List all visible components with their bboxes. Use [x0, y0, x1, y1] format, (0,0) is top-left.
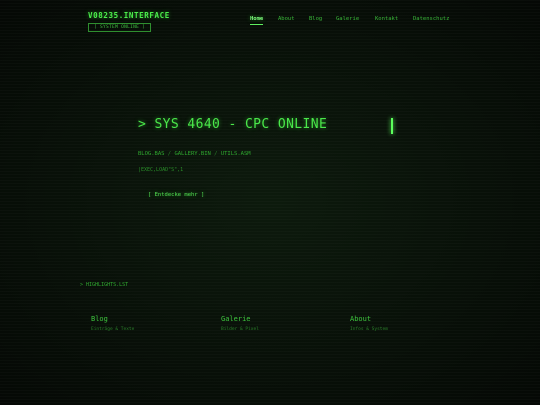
card-title: About — [350, 315, 372, 323]
nav-about[interactable]: About — [278, 16, 295, 22]
card-subtitle: Infos & System — [350, 327, 388, 332]
brand-logo[interactable]: V08235.INTERFACE — [88, 11, 170, 20]
path-blog[interactable]: BLOG.BAS — [138, 151, 165, 157]
status-badge: [ SYSTEM ONLINE ] — [88, 23, 152, 32]
nav-blog[interactable]: Blog — [309, 16, 322, 22]
nav-datenschutz[interactable]: Datenschutz — [413, 16, 449, 22]
blinking-cursor — [391, 118, 393, 134]
nav-galerie[interactable]: Galerie — [336, 16, 359, 22]
nav-home[interactable]: Home — [250, 16, 264, 25]
card-subtitle: Bilder & Pixel — [221, 327, 259, 332]
path-separator: / — [210, 151, 221, 157]
path-gallery[interactable]: GALLERY.BIN — [174, 151, 210, 157]
card-blog[interactable]: Blog Einträge & Texte — [91, 315, 134, 332]
path-separator: / — [164, 151, 175, 157]
crt-scanlines — [0, 0, 540, 405]
file-path-line: BLOG.BAS / GALLERY.BIN / UTILS.ASM — [138, 151, 251, 157]
exec-command: |EXEC,LOAD"S",1 — [138, 167, 184, 173]
card-subtitle: Einträge & Texte — [91, 327, 135, 332]
nav-kontakt[interactable]: Kontakt — [375, 16, 398, 22]
screen-vignette — [0, 0, 540, 405]
path-utils[interactable]: UTILS.ASM — [221, 151, 251, 157]
hero-title: > SYS 4640 - CPC ONLINE — [138, 117, 328, 132]
card-title: Blog — [91, 315, 108, 323]
discover-more-button[interactable]: [ Entdecke mehr ] — [148, 192, 204, 198]
card-galerie[interactable]: Galerie Bilder & Pixel — [221, 315, 259, 332]
highlights-heading: > HIGHLIGHTS.LST — [80, 282, 129, 288]
card-about[interactable]: About Infos & System — [350, 315, 388, 332]
card-title: Galerie — [221, 315, 251, 323]
